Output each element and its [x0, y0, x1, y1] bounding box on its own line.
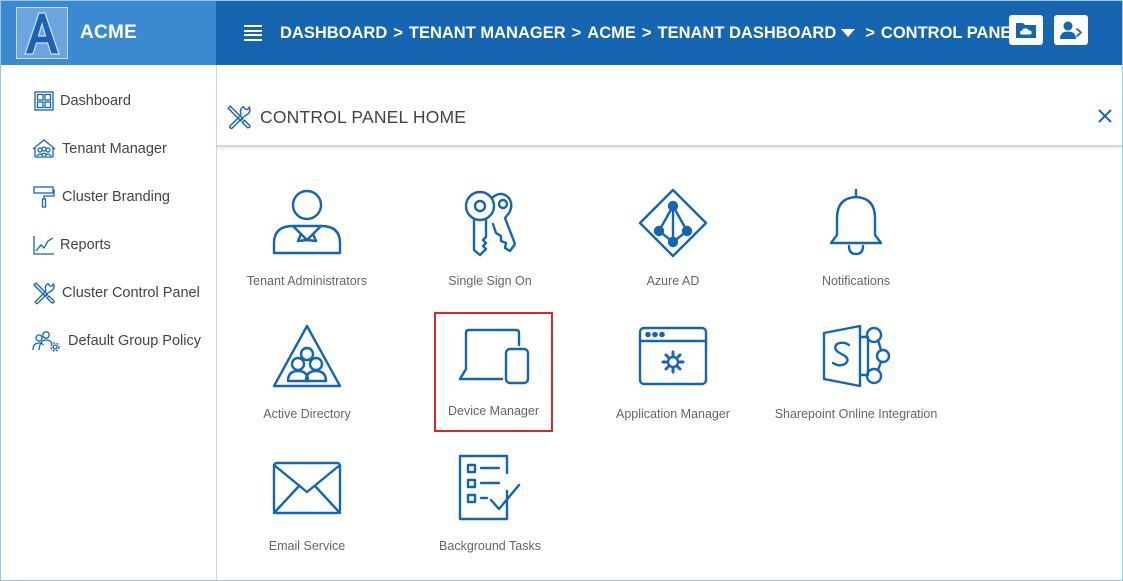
close-icon[interactable] — [1096, 107, 1114, 125]
brand: ACME — [1, 1, 216, 65]
cloud-folder-button[interactable] — [1009, 15, 1043, 45]
tile-label: Azure AD — [646, 274, 700, 288]
tile-device-manager[interactable]: Device Manager — [434, 312, 553, 432]
user-switch-button[interactable] — [1054, 15, 1088, 45]
sidebar-item-label: Default Group Policy — [68, 333, 201, 349]
brand-logo[interactable] — [16, 7, 68, 59]
sharepoint-icon — [772, 315, 940, 397]
panel-header: CONTROL PANEL HOME — [217, 89, 1122, 147]
dashboard-grid-icon — [32, 89, 56, 113]
envelope-icon — [223, 447, 391, 529]
tile-label: Active Directory — [263, 407, 351, 421]
sidebar-item-label: Dashboard — [60, 93, 131, 109]
tools-icon — [226, 104, 252, 130]
breadcrumb-separator: > — [571, 23, 582, 42]
breadcrumb-acme[interactable]: ACME — [587, 24, 636, 43]
brand-name: ACME — [80, 22, 138, 43]
house-users-icon — [32, 137, 56, 161]
tile-label: Sharepoint Online Integration — [774, 407, 938, 421]
tile-single-sign-on[interactable]: Single Sign On — [406, 182, 574, 304]
tile-notifications[interactable]: Notifications — [772, 182, 940, 304]
tile-label: Single Sign On — [448, 274, 532, 288]
active-directory-icon — [223, 315, 391, 397]
tenant-dashboard-dropdown-icon[interactable] — [841, 29, 856, 37]
breadcrumb-dashboard[interactable]: DASHBOARD — [280, 24, 387, 43]
tile-background-tasks[interactable]: Background Tasks — [406, 447, 574, 569]
panel-title: CONTROL PANEL HOME — [260, 106, 467, 127]
sidebar-item-reports[interactable]: Reports — [1, 221, 216, 269]
tile-label: Application Manager — [616, 407, 730, 421]
breadcrumb-tenant-manager[interactable]: TENANT MANAGER — [409, 24, 566, 43]
breadcrumb-separator: > — [641, 23, 652, 42]
breadcrumb: DASHBOARD > TENANT MANAGER > ACME > TENA… — [280, 24, 1021, 43]
sidebar-item-dashboard[interactable]: Dashboard — [1, 77, 216, 125]
tile-label: Tenant Administrators — [246, 274, 368, 288]
keys-icon — [406, 182, 574, 264]
devices-icon — [436, 316, 551, 398]
tile-label: Notifications — [821, 274, 891, 288]
sidebar-item-cluster-control-panel[interactable]: Cluster Control Panel — [1, 269, 216, 317]
top-bar: ACME DASHBOARD > TENANT MANAGER > ACME >… — [1, 1, 1122, 65]
tile-label: Email Service — [268, 539, 346, 553]
checklist-icon — [406, 447, 574, 529]
tile-email-service[interactable]: Email Service — [223, 447, 391, 569]
sidebar: Dashboard Tenant Manager Cluster Brandin… — [1, 65, 217, 580]
sidebar-item-label: Tenant Manager — [62, 141, 167, 157]
tile-tenant-administrators[interactable]: Tenant Administrators — [223, 182, 391, 304]
paint-roller-icon — [32, 185, 56, 209]
tile-label: Device Manager — [447, 404, 539, 418]
hamburger-menu-icon[interactable] — [244, 25, 262, 41]
azure-ad-icon — [589, 182, 757, 264]
admin-user-icon — [223, 182, 391, 264]
sidebar-item-label: Reports — [60, 237, 111, 253]
app-window-gear-icon — [589, 315, 757, 397]
user-switch-icon — [1060, 21, 1082, 39]
sidebar-item-tenant-manager[interactable]: Tenant Manager — [1, 125, 216, 173]
tools-icon — [32, 281, 56, 305]
breadcrumb-tenant-dashboard[interactable]: TENANT DASHBOARD — [658, 24, 837, 43]
cloud-folder-icon — [1016, 23, 1036, 38]
group-gear-icon — [32, 329, 62, 353]
breadcrumb-separator: > — [393, 23, 403, 42]
breadcrumb-separator: > — [865, 23, 875, 42]
tile-azure-ad[interactable]: Azure AD — [589, 182, 757, 304]
sidebar-item-default-group-policy[interactable]: Default Group Policy — [1, 317, 216, 365]
sidebar-item-label: Cluster Control Panel — [62, 285, 200, 301]
line-chart-icon — [32, 233, 56, 257]
tile-sharepoint-online-integration[interactable]: Sharepoint Online Integration — [772, 315, 940, 437]
tile-label: Background Tasks — [439, 539, 541, 553]
main-content: CONTROL PANEL HOME Tenant Administrators… — [217, 65, 1122, 580]
bell-icon — [772, 182, 940, 264]
top-actions — [1009, 15, 1088, 45]
breadcrumb-control-panel: CONTROL PANEL — [880, 23, 1022, 42]
tile-application-manager[interactable]: Application Manager — [589, 315, 757, 437]
tile-active-directory[interactable]: Active Directory — [223, 315, 391, 437]
sidebar-item-label: Cluster Branding — [62, 189, 170, 205]
sidebar-item-cluster-branding[interactable]: Cluster Branding — [1, 173, 216, 221]
